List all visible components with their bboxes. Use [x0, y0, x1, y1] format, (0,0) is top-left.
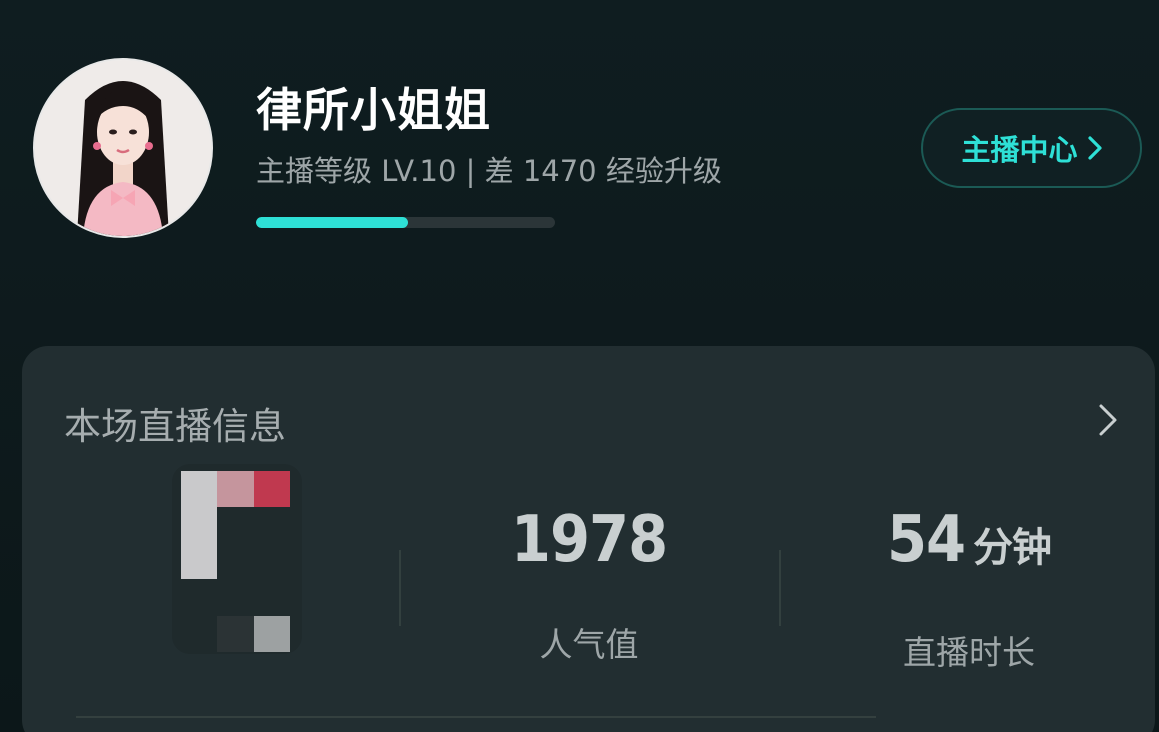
- stat-divider: [779, 550, 781, 626]
- stat-divider: [399, 550, 401, 626]
- chevron-right-icon[interactable]: [1096, 402, 1120, 438]
- popularity-number: 1978: [510, 503, 668, 577]
- duration-label: 直播时长: [903, 633, 1035, 672]
- popularity-label: 人气值: [539, 625, 639, 664]
- level-progress-bar: [256, 217, 555, 228]
- avatar[interactable]: [33, 58, 213, 238]
- streamer-center-button[interactable]: 主播中心: [921, 108, 1142, 188]
- duration-number: 54: [886, 503, 966, 577]
- streamer-center-label: 主播中心: [961, 133, 1078, 167]
- streamer-page: 律所小姐姐 主播等级 LV.10 | 差 1470 经验升级 主播中心 本场直播…: [0, 0, 1159, 732]
- card-divider: [76, 716, 876, 718]
- cover-thumbnail: [172, 464, 302, 654]
- popularity-value: 1978: [439, 500, 739, 580]
- chevron-right-icon: [1087, 136, 1102, 160]
- duration-value: 54 分钟: [819, 500, 1119, 588]
- level-info: 主播等级 LV.10 | 差 1470 经验升级: [256, 154, 722, 188]
- live-info-card[interactable]: 本场直播信息 1978 人气值 54 分钟 直播时长: [22, 346, 1155, 732]
- avatar-portrait: [35, 60, 211, 236]
- duration-stat: 54 分钟 直播时长: [819, 500, 1119, 674]
- duration-unit: 分钟: [973, 525, 1052, 571]
- popularity-stat: 1978 人气值: [439, 500, 739, 666]
- live-info-title: 本场直播信息: [64, 405, 286, 448]
- level-progress-fill: [256, 217, 409, 228]
- streamer-name: 律所小姐姐: [256, 83, 491, 137]
